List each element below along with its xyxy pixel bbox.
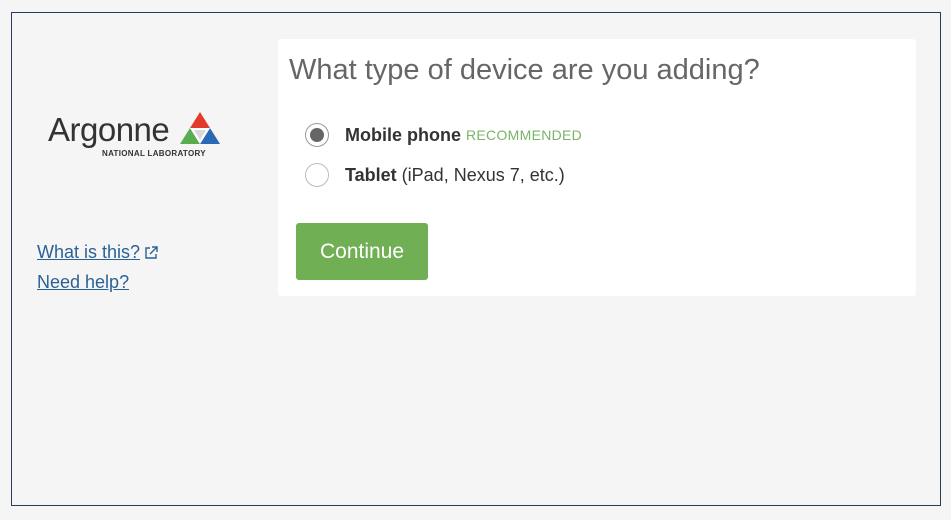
main-frame: Argonne NATIONAL LABORATORY What is this… [11,12,941,506]
tablet-label: Tablet [345,164,397,185]
mobile-phone-radio[interactable] [305,123,329,147]
external-link-icon [145,246,158,259]
argonne-logo: Argonne NATIONAL LABORATORY [48,111,220,171]
argonne-triangle-icon [180,112,220,144]
option-tablet[interactable]: Tablet (iPad, Nexus 7, etc.) [305,163,565,187]
logo-subtitle: NATIONAL LABORATORY [102,149,206,158]
need-help-link[interactable]: Need help? [37,272,158,293]
tablet-detail: (iPad, Nexus 7, etc.) [401,164,565,185]
option-mobile-phone[interactable]: Mobile phone RECOMMENDED [305,123,582,147]
mobile-phone-label: Mobile phone [345,124,461,145]
tablet-radio[interactable] [305,163,329,187]
what-is-this-link[interactable]: What is this? [37,242,158,263]
what-is-this-label: What is this? [37,242,141,262]
side-links: What is this? Need help? [37,242,158,302]
device-type-card: What type of device are you adding? Mobi… [278,39,916,296]
continue-button[interactable]: Continue [296,223,428,280]
logo-wordmark: Argonne [48,111,170,148]
page-title: What type of device are you adding? [289,54,760,86]
recommended-badge: RECOMMENDED [466,127,583,143]
